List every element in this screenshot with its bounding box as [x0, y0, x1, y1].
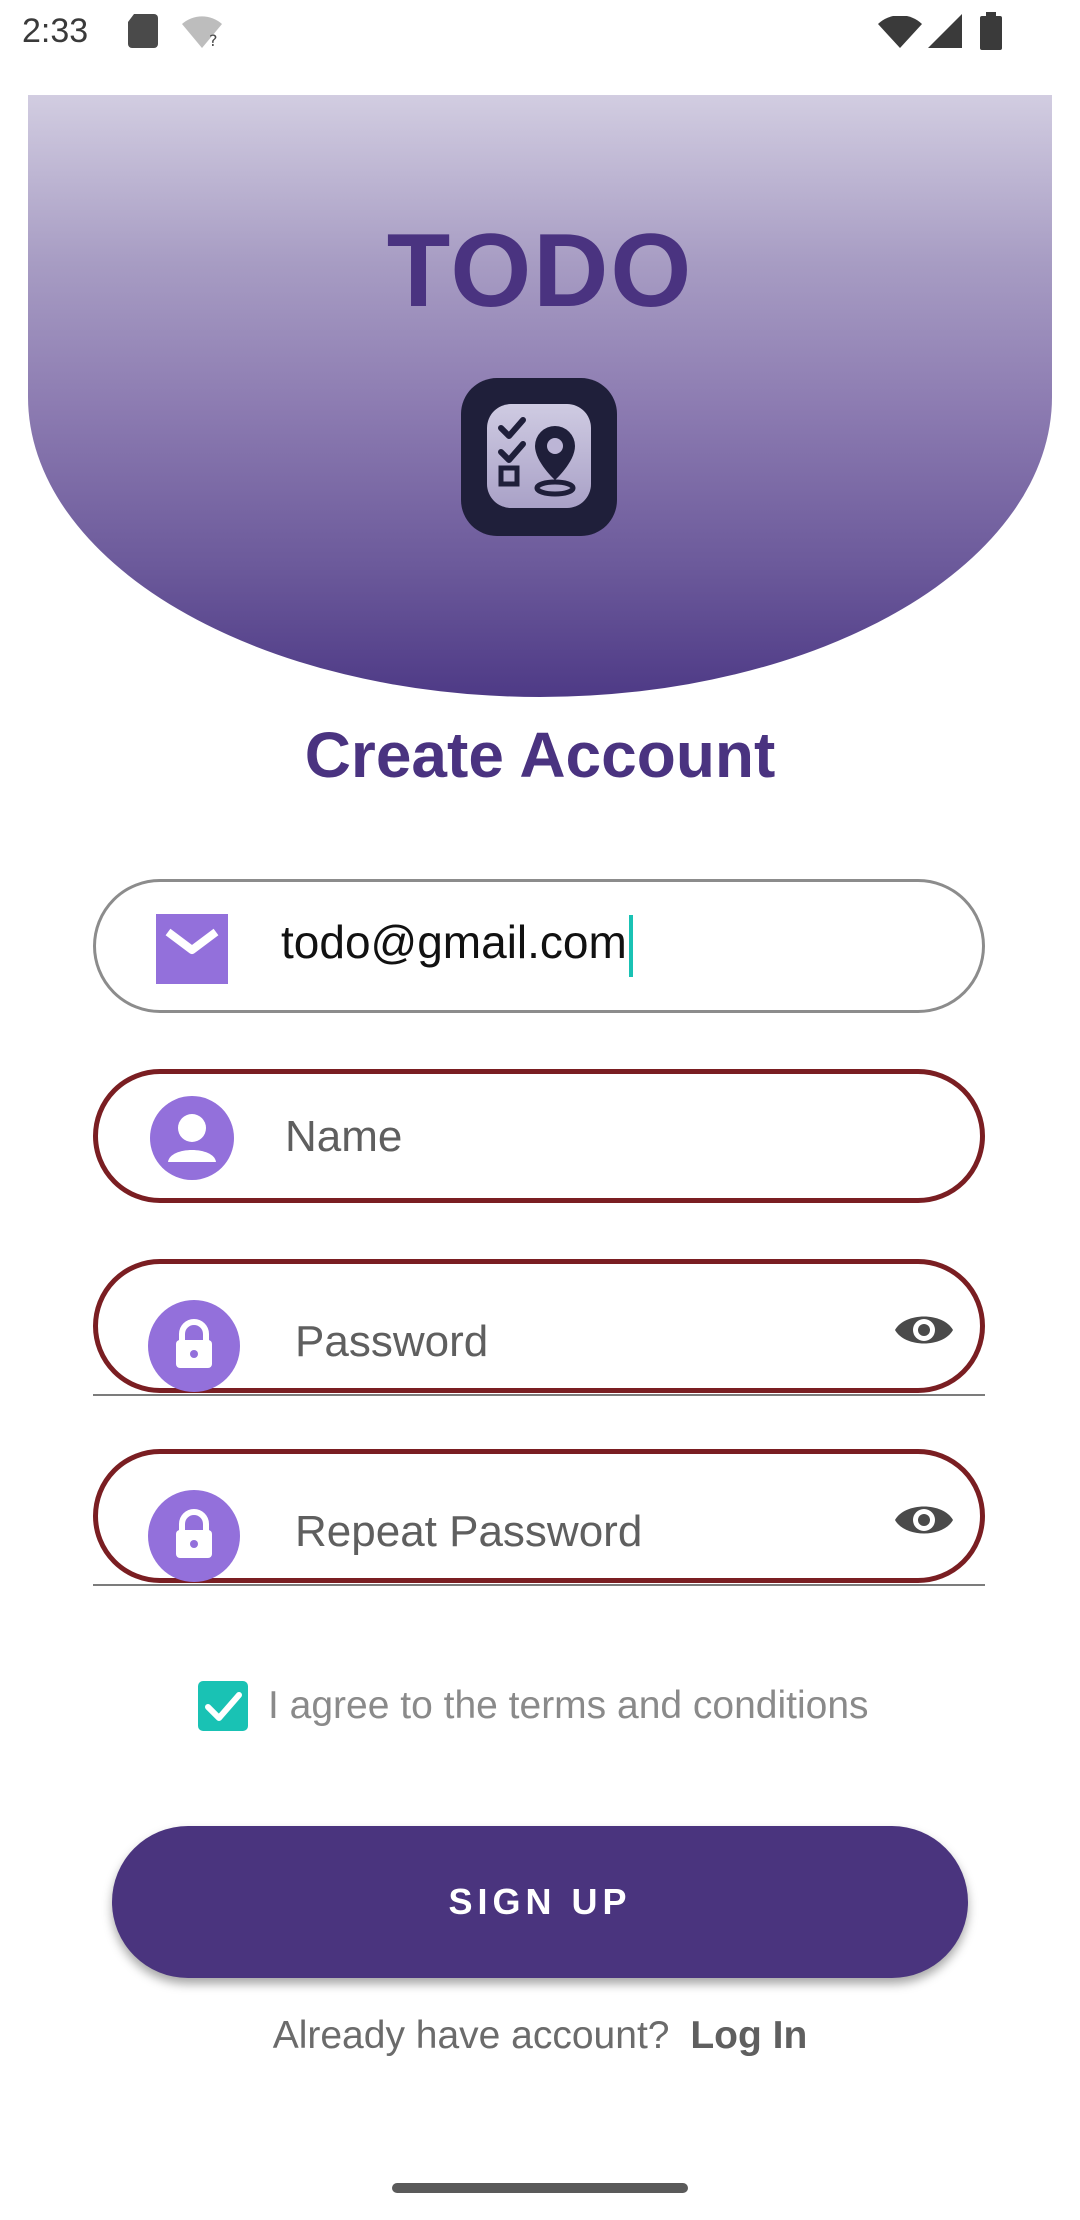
password-field[interactable]: Password — [93, 1259, 985, 1393]
page-title: Create Account — [304, 719, 776, 791]
password-placeholder: Password — [295, 1317, 489, 1366]
wifi-unknown-icon: ? — [182, 16, 222, 48]
mail-icon — [156, 914, 228, 984]
email-field[interactable]: todo@gmail.com — [93, 879, 985, 1013]
text-caret — [628, 915, 633, 977]
name-placeholder: Name — [285, 1112, 403, 1161]
status-bar: 2:33 ? — [0, 0, 1080, 66]
terms-checkbox[interactable] — [198, 1681, 248, 1731]
wifi-icon — [878, 16, 922, 48]
app-title: TODO — [386, 213, 694, 329]
status-time: 2:33 — [22, 12, 89, 50]
sd-card-icon — [128, 14, 158, 48]
name-field[interactable]: Name — [93, 1069, 985, 1203]
checkmark-icon — [205, 1692, 242, 1721]
lock-icon — [148, 1490, 240, 1582]
password-underline — [93, 1394, 985, 1396]
repeat-password-underline — [93, 1584, 985, 1586]
cell-signal-icon — [928, 14, 962, 48]
repeat-password-field[interactable]: Repeat Password — [93, 1449, 985, 1583]
eye-icon[interactable] — [893, 1498, 955, 1542]
login-prompt: Already have account? — [272, 2014, 670, 2057]
person-icon — [150, 1096, 234, 1180]
email-value: todo@gmail.com — [281, 916, 627, 969]
battery-icon — [980, 12, 1002, 50]
app-logo — [461, 378, 617, 536]
svg-text:?: ? — [209, 31, 218, 48]
login-row: Already have account? Log In — [0, 2014, 1080, 2058]
signup-button-label: SIGN UP — [448, 1881, 632, 1922]
login-link[interactable]: Log In — [690, 2014, 807, 2057]
eye-icon[interactable] — [893, 1308, 955, 1352]
repeat-password-placeholder: Repeat Password — [295, 1507, 643, 1556]
signup-button[interactable]: SIGN UP — [112, 1826, 968, 1978]
home-indicator[interactable] — [392, 2183, 688, 2193]
checklist-location-icon — [487, 404, 591, 508]
terms-label: I agree to the terms and conditions — [268, 1684, 869, 1727]
lock-icon — [148, 1300, 240, 1392]
